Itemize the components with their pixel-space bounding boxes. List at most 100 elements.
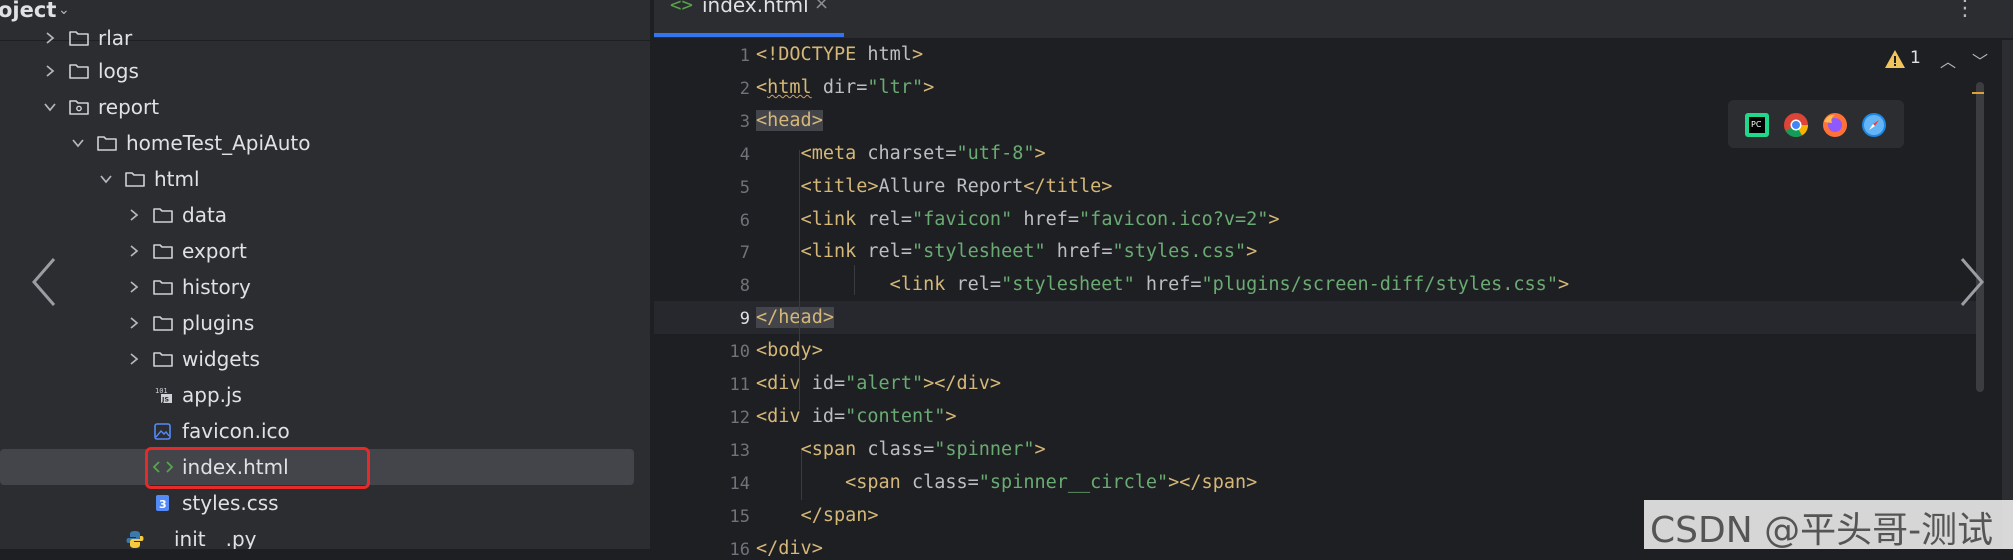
warning-icon[interactable] [1884, 48, 1906, 70]
tree-item-label: report [98, 95, 160, 119]
code-line[interactable]: <span class="spinner__circle"></span> [756, 472, 1257, 493]
tree-item-label: widgets [182, 347, 260, 371]
tree-item-html[interactable]: html [0, 161, 634, 197]
code-line[interactable]: <link rel="stylesheet" href="styles.css"… [756, 241, 1258, 263]
code-token: "alert" [845, 373, 924, 394]
tree-item-data[interactable]: data [0, 197, 634, 233]
watermark-text: CSDN @平头哥-测试 [1650, 510, 1994, 551]
folder-icon [153, 208, 173, 223]
line-number-gutter: 1 2 3 4 5 6 7 8 9 10 11 12 13 14 15 16 [654, 40, 750, 560]
line-number: 5 [739, 177, 750, 198]
code-line[interactable]: <link rel="stylesheet" href="plugins/scr… [756, 274, 1569, 295]
chevron-right-icon[interactable] [42, 30, 58, 46]
code-token: "styles.css" [1112, 241, 1247, 263]
code-line[interactable]: <html dir="ltr"> [756, 77, 934, 98]
tree-item-report[interactable]: report [0, 89, 634, 125]
code-token: href= [1012, 208, 1080, 230]
line-number: 8 [739, 276, 750, 297]
chevron-right-icon[interactable] [42, 63, 58, 79]
tree-item-app-js[interactable]: 101 JS app.js [0, 377, 634, 413]
close-icon[interactable]: × [814, 0, 829, 14]
tree-item-plugins[interactable]: plugins [0, 305, 634, 341]
code-line[interactable]: <body> [756, 340, 823, 361]
tree-item-export[interactable]: export [0, 233, 634, 269]
tree-item-label: rlar [98, 26, 133, 50]
tree-item-label: favicon.ico [182, 419, 290, 443]
code-line[interactable]: </head> [756, 307, 834, 329]
pycharm-icon[interactable]: PC [1744, 112, 1770, 138]
code-token: "favicon" [911, 208, 1013, 230]
code-line[interactable]: </span> [756, 505, 879, 526]
code-token: "utf-8" [956, 142, 1035, 164]
warning-count[interactable]: 1 [1910, 48, 1921, 68]
line-number: 10 [729, 342, 750, 363]
code-token: </span> [800, 504, 879, 526]
project-panel: oject ⌄ rlar logs report homeTest_ApiAuto ht… [0, 0, 650, 549]
more-options-icon[interactable]: ⋮ [1954, 0, 1976, 21]
chevron-down-icon[interactable] [98, 171, 114, 187]
line-number: 3 [739, 111, 750, 132]
code-token: </div> [756, 537, 823, 559]
code-token: > [1246, 241, 1258, 263]
code-line[interactable]: <head> [756, 109, 823, 131]
editor-scrollbar[interactable] [1976, 82, 1984, 392]
svg-text:PC: PC [1751, 120, 1762, 129]
chevron-right-icon[interactable] [126, 315, 142, 331]
chevron-down-icon[interactable] [70, 135, 86, 151]
chevron-down-icon[interactable]: ⌄ [58, 2, 70, 18]
line-number: 4 [739, 144, 750, 165]
python-file-icon [126, 531, 144, 548]
code-line[interactable]: <link rel="favicon" href="favicon.ico?v=… [756, 209, 1280, 230]
tree-item-logs[interactable]: logs [0, 53, 634, 89]
code-token: html [867, 44, 912, 65]
chevron-up-icon[interactable]: ︿ [1940, 48, 1956, 72]
safari-icon[interactable] [1861, 112, 1887, 138]
code-line[interactable]: <div id="content"> [756, 406, 957, 427]
indent-guide [854, 265, 855, 295]
chevron-down-icon[interactable]: ﹀ [1972, 48, 1988, 72]
chevron-left-icon[interactable] [28, 255, 62, 309]
tree-item-hometest-apiauto[interactable]: homeTest_ApiAuto [0, 125, 634, 161]
tree-item-widgets[interactable]: widgets [0, 341, 634, 377]
tree-item-rlar[interactable]: rlar [0, 20, 634, 56]
tree-item-favicon-ico[interactable]: favicon.ico [0, 413, 634, 449]
folder-icon [153, 352, 173, 367]
chevron-right-icon[interactable] [126, 279, 142, 295]
tree-item-label: export [182, 239, 247, 263]
code-token: rel= [945, 274, 1002, 296]
code-line[interactable]: <title>Allure Report</title> [756, 176, 1113, 197]
code-line[interactable]: <!DOCTYPE html> [756, 44, 923, 65]
code-token: id= [800, 373, 846, 394]
code-token: <link [800, 241, 857, 263]
chevron-down-icon[interactable] [42, 99, 58, 115]
code-line[interactable]: <span class="spinner"> [756, 439, 1046, 460]
project-title[interactable]: oject [0, 0, 56, 22]
chevron-right-icon[interactable] [126, 243, 142, 259]
right-tool-strip [2002, 40, 2013, 549]
tree-item-history[interactable]: history [0, 269, 634, 305]
firefox-icon[interactable] [1822, 112, 1848, 138]
code-token: "spinner" [934, 438, 1035, 460]
code-token: <meta [800, 142, 857, 164]
code-token: <div [756, 373, 801, 394]
tree-item-styles-css[interactable]: 3 styles.css [0, 485, 634, 521]
chevron-right-icon[interactable] [126, 351, 142, 367]
chevron-right-icon[interactable] [1954, 255, 1988, 309]
chrome-icon[interactable] [1783, 112, 1809, 138]
line-number: 15 [729, 506, 750, 527]
code-token: > [945, 405, 957, 427]
code-line[interactable]: <div id="alert"></div> [756, 373, 1001, 394]
code-token: "ltr" [867, 76, 924, 98]
code-token: <span [800, 438, 857, 460]
svg-text:JS: JS [161, 396, 169, 404]
scrollbar-warning-marker[interactable] [1972, 92, 1984, 94]
tree-item-init-py[interactable]: __init__.py [0, 521, 634, 549]
chevron-right-icon[interactable] [126, 207, 142, 223]
code-line[interactable]: </div> [756, 538, 823, 559]
tab-index-html[interactable]: <> index.html × [654, 0, 844, 38]
folder-icon [153, 316, 173, 331]
code-token: > [911, 44, 924, 65]
